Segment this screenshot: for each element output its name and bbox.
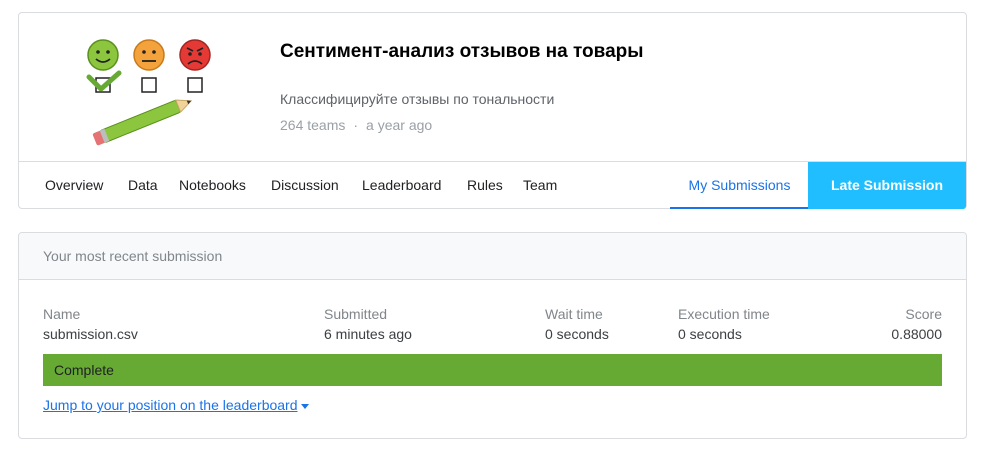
tab-leaderboard[interactable]: Leaderboard [362,162,441,209]
wait-time-value: 0 seconds [545,326,609,342]
score-value: 0.88000 [891,326,942,342]
competition-meta: 264 teams · a year ago [280,117,432,133]
execution-time-value: 0 seconds [678,326,742,342]
tab-my-submissions[interactable]: My Submissions [670,162,809,209]
execution-time-label: Execution time [678,306,770,322]
jump-link-text: Jump to your position on the leaderboard [43,397,298,413]
late-submission-button[interactable]: Late Submission [808,162,966,209]
sentiment-logo [86,39,211,146]
meta-separator: · [353,117,359,133]
tab-team[interactable]: Team [523,162,557,209]
teams-count: 264 teams [280,117,346,133]
competition-header: Сентимент-анализ отзывов на товары Класс… [18,12,967,209]
tab-data[interactable]: Data [128,162,158,209]
status-text: Complete [54,362,114,378]
competition-title: Сентимент-анализ отзывов на товары [280,41,644,62]
submission-card-header: Your most recent submission [19,233,966,280]
submitted-label: Submitted [324,306,388,322]
recent-submission-card: Your most recent submission Name submiss… [18,232,967,439]
competition-subtitle: Классифицируйте отзывы по тональности [280,91,555,107]
tab-overview[interactable]: Overview [45,162,103,209]
status-bar: Complete [43,354,942,386]
tab-rules[interactable]: Rules [467,162,503,209]
jump-to-leaderboard-link[interactable]: Jump to your position on the leaderboard [43,397,309,413]
wait-time-label: Wait time [545,306,603,322]
score-label: Score [905,306,942,322]
tab-discussion[interactable]: Discussion [271,162,339,209]
tab-bar: Overview Data Notebooks Discussion Leade… [19,161,966,210]
name-value: submission.csv [43,326,138,342]
competition-age: a year ago [366,117,433,133]
tab-notebooks[interactable]: Notebooks [179,162,246,209]
chevron-down-icon [300,403,309,409]
submitted-value: 6 minutes ago [324,326,412,342]
name-label: Name [43,306,81,322]
submission-card-title: Your most recent submission [43,248,223,264]
